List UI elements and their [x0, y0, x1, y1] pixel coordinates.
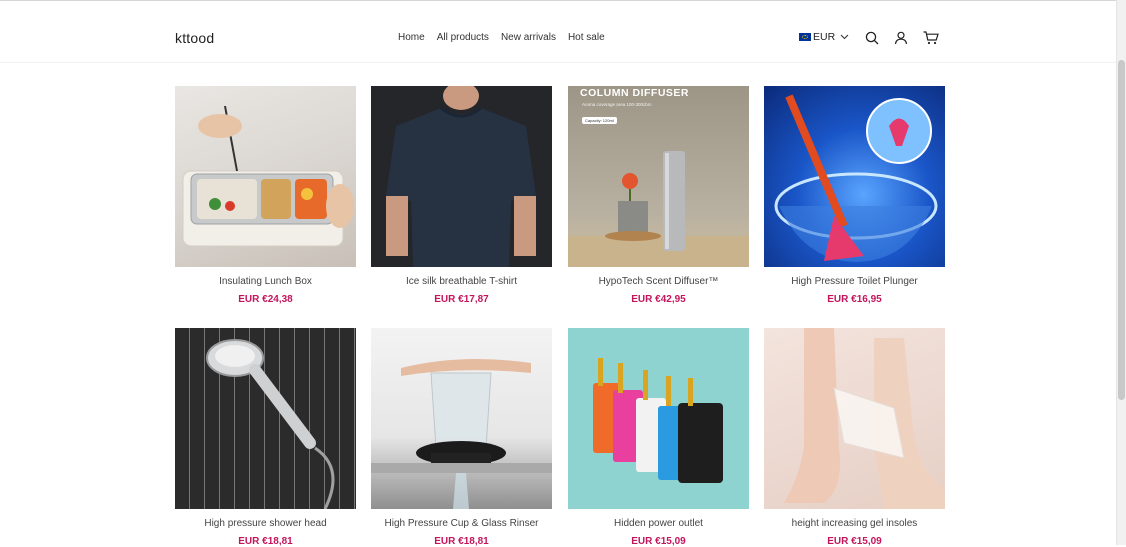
chevron-down-icon: [840, 34, 849, 40]
nav-all-products[interactable]: All products: [437, 32, 489, 43]
product-card[interactable]: Hidden power outlet EUR €15,09: [568, 328, 749, 547]
product-card[interactable]: High Pressure Toilet Plunger EUR €16,95: [764, 86, 945, 305]
product-price: EUR €42,95: [631, 294, 686, 305]
product-image-gel-insoles[interactable]: [764, 328, 945, 509]
product-card[interactable]: Ice silk breathable T-shirt EUR €17,87: [371, 86, 552, 305]
product-card[interactable]: height increasing gel insoles EUR €15,09: [764, 328, 945, 547]
product-price: EUR €18,81: [434, 536, 489, 547]
store-logo[interactable]: kttood: [175, 30, 214, 46]
eu-flag-icon: [799, 33, 811, 41]
cart-icon[interactable]: [923, 31, 939, 45]
product-title[interactable]: High Pressure Toilet Plunger: [764, 276, 945, 287]
product-card[interactable]: High Pressure Cup & Glass Rinser EUR €18…: [371, 328, 552, 547]
product-title[interactable]: Ice silk breathable T-shirt: [371, 276, 552, 287]
product-image-shower-head[interactable]: [175, 328, 356, 509]
nav-hot-sale[interactable]: Hot sale: [568, 32, 605, 43]
product-title[interactable]: height increasing gel insoles: [764, 518, 945, 529]
site-header: kttood Home All products New arrivals Ho…: [0, 1, 1116, 63]
product-price: EUR €24,38: [238, 294, 293, 305]
product-image-power-outlet[interactable]: [568, 328, 749, 509]
product-price: EUR €16,95: [827, 294, 882, 305]
product-title[interactable]: HypoTech Scent Diffuser™: [568, 276, 749, 287]
product-card[interactable]: COLUMN DIFFUSER Aroma coverage area 100-…: [568, 86, 749, 305]
product-image-lunch-box[interactable]: [175, 86, 356, 267]
product-image-diffuser[interactable]: COLUMN DIFFUSER Aroma coverage area 100-…: [568, 86, 749, 267]
product-price: EUR €17,87: [434, 294, 489, 305]
scrollbar-thumb[interactable]: [1118, 60, 1125, 400]
page-scrollbar[interactable]: [1116, 0, 1126, 545]
currency-selector[interactable]: EUR: [799, 31, 849, 43]
account-icon[interactable]: [894, 31, 908, 45]
product-image-toilet-plunger[interactable]: [764, 86, 945, 267]
product-card[interactable]: High pressure shower head EUR €18,81: [175, 328, 356, 547]
product-price: EUR €15,09: [631, 536, 686, 547]
product-card[interactable]: Insulating Lunch Box EUR €24,38: [175, 86, 356, 305]
search-icon[interactable]: [865, 31, 879, 45]
nav-home[interactable]: Home: [398, 32, 425, 43]
nav-new-arrivals[interactable]: New arrivals: [501, 32, 556, 43]
product-title[interactable]: High Pressure Cup & Glass Rinser: [371, 518, 552, 529]
product-price: EUR €15,09: [827, 536, 882, 547]
product-image-tshirt[interactable]: [371, 86, 552, 267]
main-nav: Home All products New arrivals Hot sale: [398, 32, 617, 43]
product-title[interactable]: Insulating Lunch Box: [175, 276, 356, 287]
product-title[interactable]: High pressure shower head: [175, 518, 356, 529]
product-image-cup-rinser[interactable]: [371, 328, 552, 509]
product-title[interactable]: Hidden power outlet: [568, 518, 749, 529]
product-price: EUR €18,81: [238, 536, 293, 547]
currency-label: EUR: [813, 31, 836, 43]
